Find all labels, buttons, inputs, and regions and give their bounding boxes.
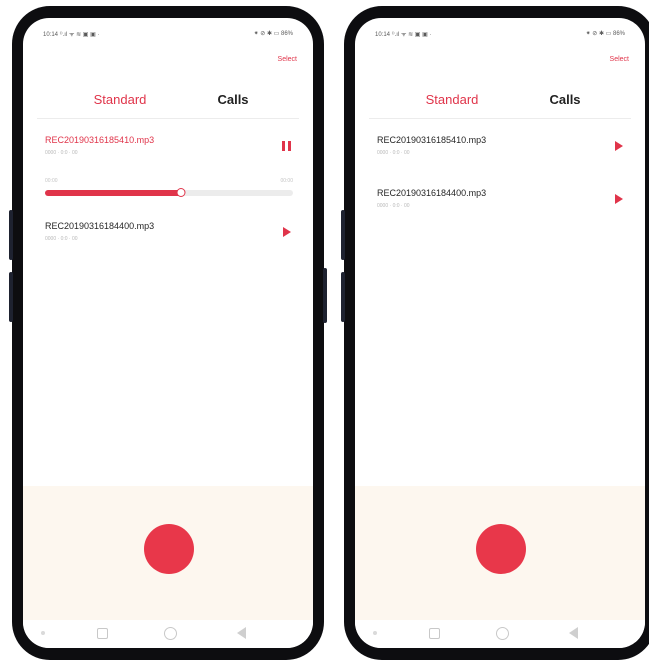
record-button[interactable] bbox=[476, 524, 526, 574]
status-right: ⁕ ⊘ ✱ ▭ 86% bbox=[585, 31, 625, 37]
volume-button bbox=[9, 272, 13, 322]
recents-icon[interactable] bbox=[429, 628, 440, 639]
play-icon[interactable] bbox=[283, 227, 291, 237]
recording-name: REC20190316184400.mp3 bbox=[377, 188, 487, 198]
status-left: 10:14 ⁽⁾.ıl ᯤ ≋ ▣ ▣ · bbox=[43, 32, 100, 38]
screen: 10:14 ⁽⁾.ıl ᯤ ≋ ▣ ▣ · ⁕ ⊘ ✱ ▭ 86% Select… bbox=[355, 18, 645, 648]
home-icon[interactable] bbox=[164, 627, 177, 640]
tab-calls[interactable]: Calls bbox=[217, 92, 248, 107]
elapsed-time: 00:00 bbox=[45, 178, 58, 184]
select-button[interactable]: Select bbox=[278, 56, 297, 63]
recording-name: REC20190316185410.mp3 bbox=[45, 135, 155, 145]
divider bbox=[369, 118, 631, 119]
volume-button bbox=[341, 272, 345, 322]
select-button[interactable]: Select bbox=[610, 56, 629, 63]
total-time: 00:00 bbox=[280, 178, 293, 184]
tab-standard[interactable]: Standard bbox=[94, 92, 147, 107]
volume-button bbox=[9, 210, 13, 260]
back-icon[interactable] bbox=[569, 627, 578, 639]
power-button bbox=[323, 268, 327, 323]
recording-meta: 0000 · 0:0 · 00 bbox=[377, 150, 410, 156]
recording-item[interactable]: REC20190316184400.mp3 0000 · 0:0 · 00 bbox=[355, 188, 645, 228]
screen: 10:14 ⁽⁾.ıl ᯤ ≋ ▣ ▣ · ⁕ ⊘ ✱ ▭ 86% Select… bbox=[23, 18, 313, 648]
recents-icon[interactable] bbox=[97, 628, 108, 639]
volume-button bbox=[341, 210, 345, 260]
tab-bar: Standard Calls bbox=[23, 88, 313, 116]
nav-bar bbox=[355, 620, 645, 648]
nav-dot bbox=[373, 631, 377, 635]
tab-bar: Standard Calls bbox=[355, 88, 645, 116]
recording-item[interactable]: REC20190316185410.mp3 0000 · 0:0 · 00 bbox=[23, 135, 313, 175]
record-button[interactable] bbox=[144, 524, 194, 574]
recording-meta: 0000 · 0:0 · 00 bbox=[45, 236, 78, 242]
status-left: 10:14 ⁽⁾.ıl ᯤ ≋ ▣ ▣ · bbox=[375, 32, 432, 38]
nav-dot bbox=[41, 631, 45, 635]
progress-fill bbox=[45, 190, 182, 196]
play-icon[interactable] bbox=[615, 194, 623, 204]
status-right: ⁕ ⊘ ✱ ▭ 86% bbox=[253, 31, 293, 37]
tab-standard[interactable]: Standard bbox=[426, 92, 479, 107]
phone-right: 10:14 ⁽⁾.ıl ᯤ ≋ ▣ ▣ · ⁕ ⊘ ✱ ▭ 86% Select… bbox=[341, 6, 649, 660]
nav-bar bbox=[23, 620, 313, 648]
progress-handle[interactable] bbox=[176, 188, 186, 197]
recording-meta: 0000 · 0:0 · 00 bbox=[377, 203, 410, 209]
divider bbox=[37, 118, 299, 119]
status-bar: 10:14 ⁽⁾.ıl ᯤ ≋ ▣ ▣ · ⁕ ⊘ ✱ ▭ 86% bbox=[23, 18, 313, 48]
recording-item[interactable]: REC20190316185410.mp3 0000 · 0:0 · 00 bbox=[355, 135, 645, 175]
recording-item[interactable]: REC20190316184400.mp3 0000 · 0:0 · 00 bbox=[23, 221, 313, 261]
home-icon[interactable] bbox=[496, 627, 509, 640]
pause-icon[interactable] bbox=[282, 141, 291, 151]
recording-name: REC20190316184400.mp3 bbox=[45, 221, 155, 231]
recording-meta: 0000 · 0:0 · 00 bbox=[45, 150, 78, 156]
recording-name: REC20190316185410.mp3 bbox=[377, 135, 487, 145]
phone-left: 10:14 ⁽⁾.ıl ᯤ ≋ ▣ ▣ · ⁕ ⊘ ✱ ▭ 86% Select… bbox=[9, 6, 327, 660]
back-icon[interactable] bbox=[237, 627, 246, 639]
play-icon[interactable] bbox=[615, 141, 623, 151]
status-bar: 10:14 ⁽⁾.ıl ᯤ ≋ ▣ ▣ · ⁕ ⊘ ✱ ▭ 86% bbox=[355, 18, 645, 48]
playback-progress[interactable] bbox=[45, 188, 293, 197]
tab-calls[interactable]: Calls bbox=[549, 92, 580, 107]
